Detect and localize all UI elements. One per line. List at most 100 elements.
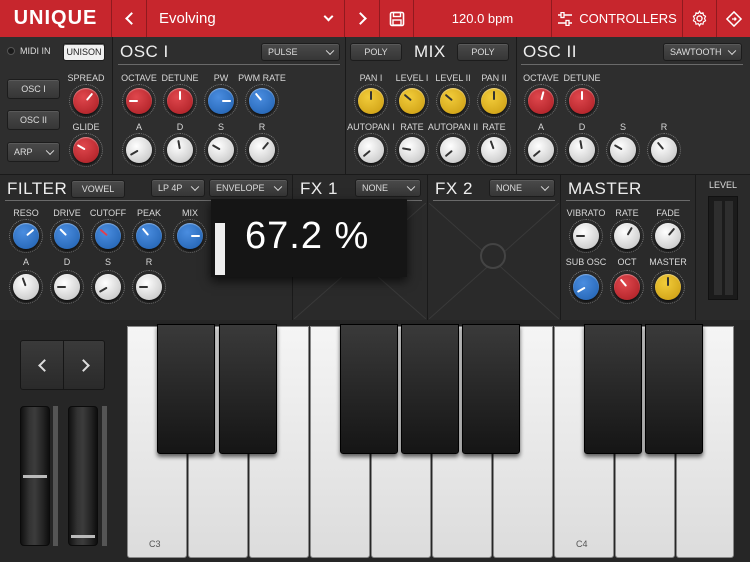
octave-control xyxy=(20,340,105,390)
osc2-octave-knob[interactable] xyxy=(524,84,558,118)
unison-button[interactable]: UNISON xyxy=(63,43,105,61)
black-key-gs3[interactable] xyxy=(401,324,459,454)
chevron-down-icon xyxy=(727,46,737,56)
osc2-release-knob[interactable] xyxy=(647,133,681,167)
black-key-cs4[interactable] xyxy=(584,324,642,454)
osc1-attack-knob[interactable] xyxy=(122,133,156,167)
preset-selector[interactable]: Evolving xyxy=(147,0,345,37)
fx2-dropdown[interactable]: NONE xyxy=(489,179,555,197)
chevron-right-icon xyxy=(76,358,90,372)
filter-mix-knob[interactable] xyxy=(173,219,207,253)
osc2-sustain-knob[interactable] xyxy=(606,133,640,167)
poly1-button[interactable]: POLY xyxy=(350,43,402,61)
fx2-value: NONE xyxy=(496,183,523,193)
pan1-label: PAN I xyxy=(359,73,383,83)
osc1-decay-label: D xyxy=(176,122,184,132)
vibrato-knob[interactable] xyxy=(569,219,603,253)
osc2-detune-label: DETUNE xyxy=(563,73,601,83)
autopan1-rate-label: RATE xyxy=(400,122,424,132)
level-meter-right xyxy=(725,201,733,295)
pan2-knob[interactable] xyxy=(477,84,511,118)
filter-type-dropdown[interactable]: LP 4P xyxy=(151,179,205,197)
filter-release-knob[interactable] xyxy=(132,270,166,304)
glide-label: GLIDE xyxy=(72,122,100,132)
save-button[interactable] xyxy=(380,0,414,37)
autopan2-knob[interactable] xyxy=(436,133,470,167)
level2-knob[interactable] xyxy=(436,84,470,118)
controllers-button[interactable]: CONTROLLERS xyxy=(552,0,683,37)
oct-knob[interactable] xyxy=(610,270,644,304)
black-key-ds3[interactable] xyxy=(219,324,277,454)
fx2-empty-placeholder xyxy=(429,203,559,319)
filter-sustain-knob[interactable] xyxy=(91,270,125,304)
fx1-value: NONE xyxy=(362,183,389,193)
glide-knob[interactable] xyxy=(69,133,103,167)
osc2-detune-knob[interactable] xyxy=(565,84,599,118)
mod-wheel-track xyxy=(102,406,107,546)
cutoff-knob[interactable] xyxy=(91,219,125,253)
osc1-button[interactable]: OSC I xyxy=(7,79,60,99)
osc1-pwm-rate-knob[interactable] xyxy=(245,84,279,118)
level1-knob[interactable] xyxy=(395,84,429,118)
black-key-fs3[interactable] xyxy=(340,324,398,454)
level2-label: LEVEL II xyxy=(435,73,471,83)
osc2-waveform: SAWTOOTH xyxy=(670,47,722,57)
osc1-attack-label: A xyxy=(135,122,143,132)
filter-sustain-label: S xyxy=(104,257,112,267)
poly2-button[interactable]: POLY xyxy=(457,43,509,61)
osc1-detune-knob[interactable] xyxy=(163,84,197,118)
autopan1-rate-knob[interactable] xyxy=(395,133,429,167)
osc1-sustain-knob[interactable] xyxy=(204,133,238,167)
vibrato-rate-knob[interactable] xyxy=(610,219,644,253)
octave-down-button[interactable] xyxy=(21,341,63,389)
key-label-c4: C4 xyxy=(576,539,588,549)
black-key-ds4[interactable] xyxy=(645,324,703,454)
fx1-dropdown[interactable]: NONE xyxy=(355,179,421,197)
cutoff-label: CUTOFF xyxy=(89,208,127,218)
midi-in-label: MIDI IN xyxy=(20,46,51,56)
osc1-pw-knob[interactable] xyxy=(204,84,238,118)
midi-in-led[interactable] xyxy=(7,47,15,55)
black-key-as3[interactable] xyxy=(462,324,520,454)
autopan1-knob[interactable] xyxy=(354,133,388,167)
sub-osc-knob[interactable] xyxy=(569,270,603,304)
pitch-wheel[interactable] xyxy=(20,406,50,546)
black-key-cs3[interactable] xyxy=(157,324,215,454)
osc2-decay-knob[interactable] xyxy=(565,133,599,167)
osc2-button[interactable]: OSC II xyxy=(7,110,60,130)
osc1-detune-label: DETUNE xyxy=(161,73,199,83)
octave-up-button[interactable] xyxy=(64,341,106,389)
spread-knob[interactable] xyxy=(69,84,103,118)
connect-button[interactable] xyxy=(717,0,750,37)
filter-attack-knob[interactable] xyxy=(9,270,43,304)
level-meter-left xyxy=(714,201,722,295)
vibrato-rate-label: RATE xyxy=(615,208,639,218)
osc1-title: OSC I xyxy=(120,42,169,61)
settings-button[interactable] xyxy=(683,0,717,37)
osc1-octave-knob[interactable] xyxy=(122,84,156,118)
divider xyxy=(516,37,517,174)
filter-mod-dropdown[interactable]: ENVELOPE xyxy=(209,179,288,197)
autopan2-rate-knob[interactable] xyxy=(477,133,511,167)
osc1-waveform-dropdown[interactable]: PULSE xyxy=(261,43,340,61)
prev-preset-button[interactable] xyxy=(112,0,147,37)
mod-wheel[interactable] xyxy=(68,406,98,546)
level-meter xyxy=(708,196,738,300)
fade-knob[interactable] xyxy=(651,219,685,253)
reso-knob[interactable] xyxy=(9,219,43,253)
osc2-waveform-dropdown[interactable]: SAWTOOTH xyxy=(663,43,742,61)
chevron-right-icon xyxy=(353,12,367,25)
master-volume-knob[interactable] xyxy=(651,270,685,304)
osc2-attack-knob[interactable] xyxy=(524,133,558,167)
osc1-release-knob[interactable] xyxy=(245,133,279,167)
drive-knob[interactable] xyxy=(50,219,84,253)
next-preset-button[interactable] xyxy=(345,0,380,37)
arp-dropdown[interactable]: ARP xyxy=(7,142,60,162)
vowel-button[interactable]: VOWEL xyxy=(71,180,125,198)
tempo-display[interactable]: 120.0 bpm xyxy=(414,0,552,37)
peak-knob[interactable] xyxy=(132,219,166,253)
pan1-knob[interactable] xyxy=(354,84,388,118)
filter-decay-knob[interactable] xyxy=(50,270,84,304)
key-label-c3: C3 xyxy=(149,539,161,549)
osc1-decay-knob[interactable] xyxy=(163,133,197,167)
